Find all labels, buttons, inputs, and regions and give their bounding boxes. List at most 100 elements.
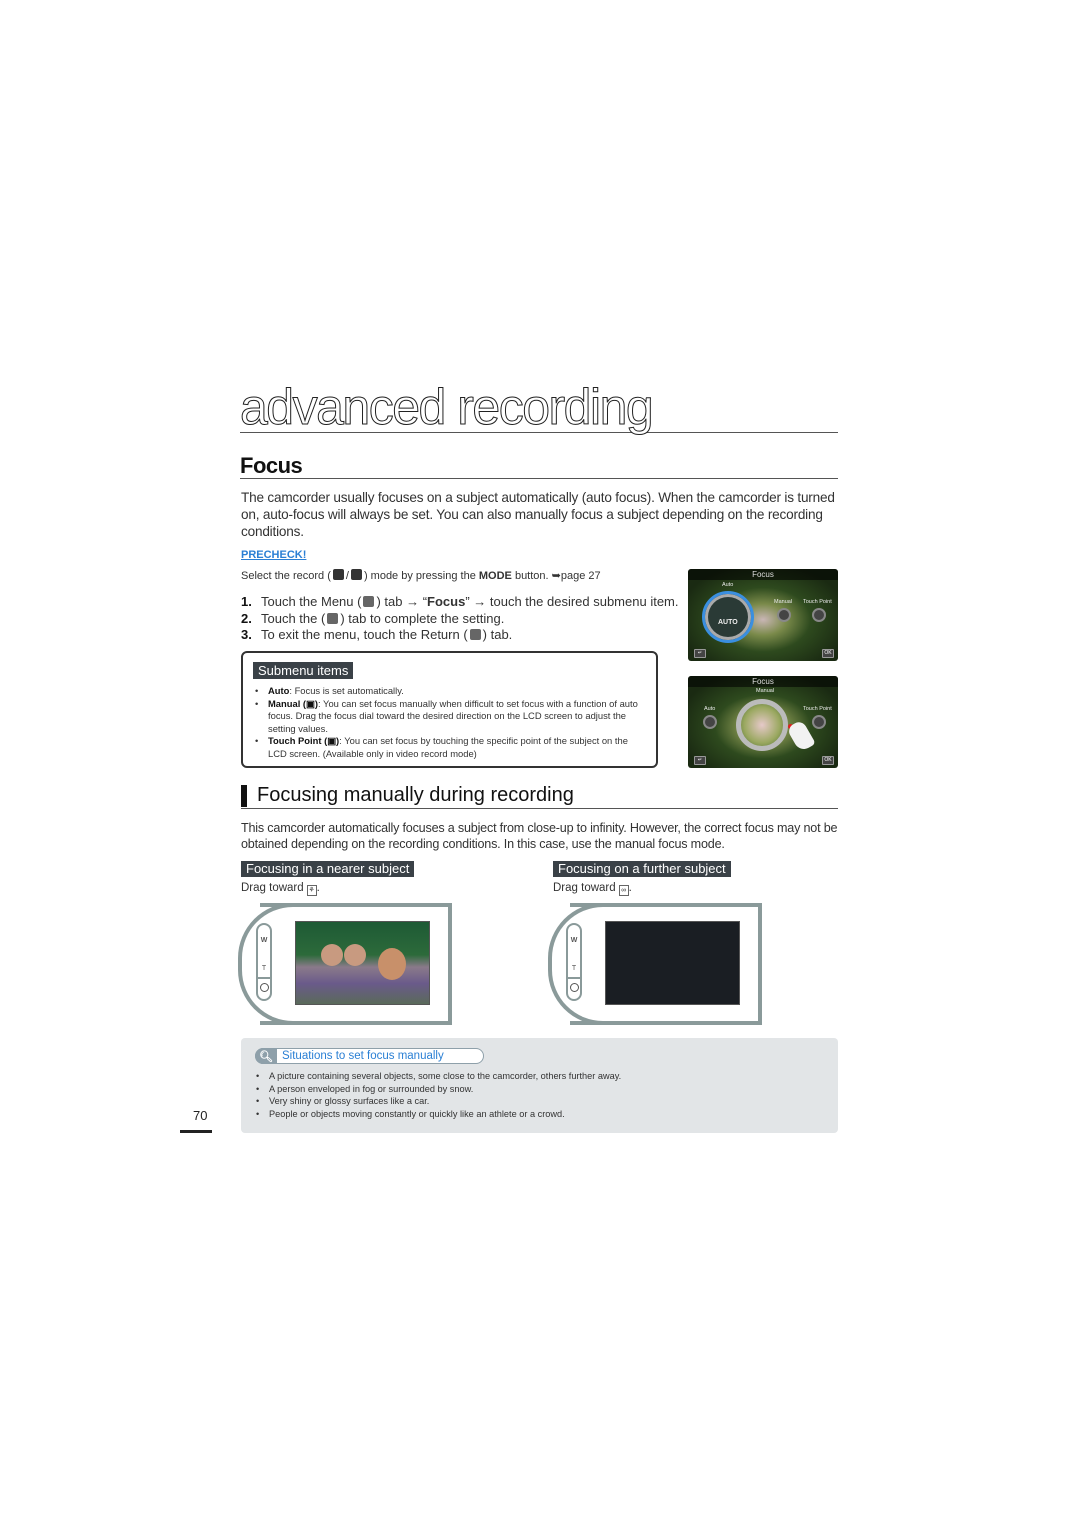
tip-item: A person enveloped in fog or surrounded …	[256, 1083, 621, 1096]
screen-title: Focus	[688, 676, 838, 687]
step-text: ) tab.	[482, 627, 513, 642]
step-text: ) tab to complete the setting.	[340, 610, 505, 626]
subsection-title: Focusing manually during recording	[241, 783, 838, 809]
hand-pointer-icon	[786, 719, 816, 753]
subsection-title-text: Focusing manually during recording	[257, 784, 574, 806]
intro-paragraph: The camcorder usually focuses on a subje…	[241, 490, 835, 539]
page-number: 70	[193, 1108, 208, 1123]
touch-point-button[interactable]	[812, 715, 826, 729]
tip-item: A picture containing several objects, so…	[256, 1070, 621, 1083]
zoom-lever: W T	[566, 923, 582, 1001]
step-number: 1.	[241, 594, 252, 609]
submenu-item-touch-point: Touch Point (▣): You can set focus by to…	[255, 735, 645, 760]
step-1: 1. Touch the Menu () tab → “Focus” → touc…	[241, 594, 679, 611]
precheck-line: Select the record (/) mode by pressing t…	[241, 569, 601, 582]
infinity-icon: ∞	[618, 885, 629, 896]
zoom-lever: W T	[256, 923, 272, 1001]
nearer-drag-instruction: Drag toward ⚘.	[241, 882, 320, 896]
chapter-title: advanced recording	[239, 379, 838, 436]
nearer-subject-tag: Focusing in a nearer subject	[241, 861, 415, 877]
manual-section-paragraph: This camcorder automatically focuses a s…	[241, 821, 838, 851]
lcd-near-focus-photo	[295, 921, 430, 1005]
zoom-t-label: T	[571, 965, 577, 972]
camera-icon	[350, 569, 362, 580]
return-button[interactable]: ↵	[694, 649, 706, 658]
manual-focus-button[interactable]	[777, 608, 791, 622]
step-text: ” → touch the desired submenu item.	[465, 594, 679, 609]
precheck-text: button. ➥page 27	[511, 570, 601, 582]
lcd-far-focus-dark	[605, 921, 740, 1005]
drag-text: Drag toward	[553, 882, 616, 894]
zoom-separator	[568, 977, 580, 979]
ok-button[interactable]: OK	[822, 649, 834, 658]
tip-item: Very shiny or glossy surfaces like a car…	[256, 1095, 621, 1108]
submenu-title: Submenu items	[253, 662, 354, 679]
further-subject-tag: Focusing on a further subject	[553, 861, 731, 877]
focus-screen-auto: Focus Auto Manual Touch Point AUTO ↵ OK	[688, 569, 838, 661]
step-2: 2. Touch the ( ) tab to complete the setti…	[241, 611, 679, 628]
step-3: 3. To exit the menu, touch the Return ( ) …	[241, 627, 679, 644]
screen-label-auto: Auto	[722, 582, 734, 588]
precheck-text: ) mode by pressing the	[363, 570, 479, 582]
submenu-item-auto: Auto: Focus is set automatically.	[255, 685, 645, 698]
return-button[interactable]: ↵	[694, 756, 706, 765]
manual-page: advanced recording Focus The camcorder u…	[0, 0, 1080, 1527]
ok-button[interactable]: OK	[822, 756, 834, 765]
focus-screen-manual: Focus Manual Auto Touch Point ↵ OK	[688, 676, 838, 768]
macro-flower-icon: ⚘	[306, 885, 317, 896]
precheck-label: PRECHECK!	[241, 549, 307, 561]
chapter-title-text: advanced recording	[239, 379, 654, 436]
screen-label-touch-point: Touch Point	[803, 599, 832, 605]
photo-subject	[378, 948, 406, 980]
search-icon: 🔍︎	[259, 1051, 273, 1063]
step-text-bold: Focus	[427, 594, 466, 609]
record-button-icon	[570, 983, 579, 992]
menu-icon	[363, 596, 375, 607]
zoom-separator	[258, 977, 270, 979]
tip-title-pill: 🔍︎ Situations to set focus manually	[255, 1048, 484, 1064]
item-name: Touch Point (▣)	[268, 735, 340, 747]
mode-word: MODE	[478, 570, 512, 582]
step-text: Touch the Menu (	[261, 594, 362, 609]
tip-list: A picture containing several objects, so…	[256, 1070, 621, 1120]
auto-focus-button[interactable]	[703, 715, 717, 729]
auto-dial-label: AUTO	[718, 619, 738, 626]
camcorder-illustration-near: W T	[238, 903, 452, 1025]
further-drag-instruction: Drag toward ∞.	[553, 882, 632, 896]
step-text: Touch the (	[261, 610, 326, 626]
screen-label-manual: Manual	[756, 688, 775, 694]
zoom-w-label: W	[260, 937, 268, 944]
page-number-rule	[180, 1130, 212, 1133]
return-icon	[469, 629, 481, 640]
steps-list: 1. Touch the Menu () tab → “Focus” → touc…	[241, 594, 679, 644]
section-title-text: Focus	[240, 453, 303, 478]
ok-icon	[327, 612, 339, 624]
photo-subject	[321, 944, 343, 966]
screen-label-touch-point: Touch Point	[803, 706, 832, 712]
precheck-text: Select the record (	[241, 570, 331, 582]
auto-focus-dial[interactable]	[702, 591, 754, 643]
screen-label-auto: Auto	[704, 706, 716, 712]
step-text: To exit the menu, touch the Return (	[261, 627, 468, 642]
submenu-item-manual: Manual (▣): You can set focus manually w…	[255, 698, 645, 736]
touch-point-button[interactable]	[812, 608, 826, 622]
step-number: 3.	[241, 627, 252, 642]
item-name: Manual (▣)	[268, 697, 319, 709]
submenu-list: Auto: Focus is set automatically. Manual…	[255, 685, 645, 761]
section-title: Focus	[240, 453, 838, 479]
drag-text: Drag toward	[241, 882, 304, 894]
video-record-icon	[332, 569, 344, 580]
tip-title: Situations to set focus manually	[282, 1050, 444, 1062]
tip-item: People or objects moving constantly or q…	[256, 1108, 621, 1121]
camcorder-illustration-far: W T	[548, 903, 762, 1025]
screen-label-manual: Manual	[774, 599, 793, 605]
zoom-w-label: W	[570, 937, 578, 944]
item-text: : You can set focus manually when diffic…	[268, 697, 638, 734]
screen-title: Focus	[688, 569, 838, 580]
item-text: : Focus is set automatically.	[289, 685, 404, 696]
manual-focus-dial[interactable]	[736, 699, 788, 751]
step-number: 2.	[241, 610, 252, 626]
item-name: Auto	[268, 685, 290, 696]
photo-subject	[344, 944, 366, 966]
zoom-t-label: T	[261, 965, 267, 972]
